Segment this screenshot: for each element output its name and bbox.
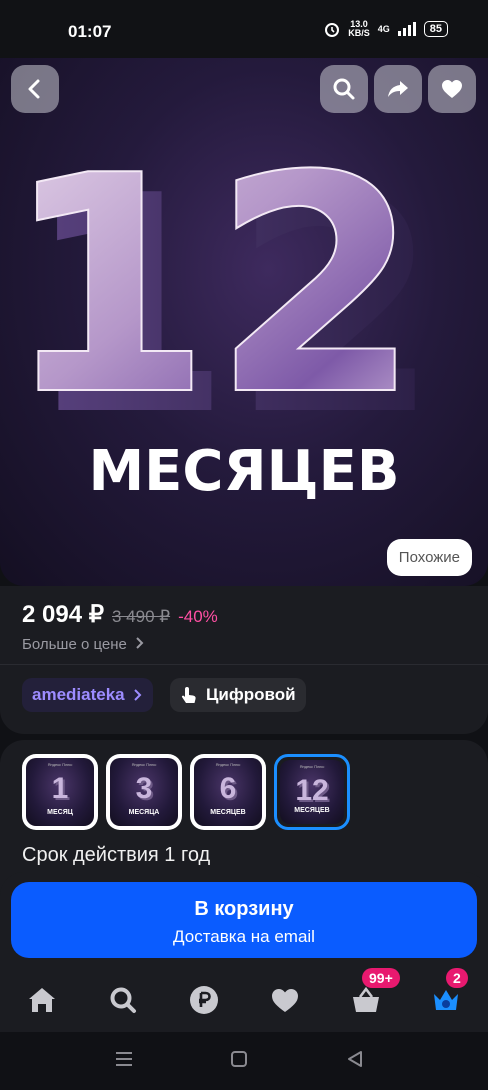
touch-icon: [181, 687, 196, 703]
back-icon: [28, 79, 40, 99]
status-time: 01:07: [68, 22, 112, 41]
basket-badge: 99+: [362, 968, 400, 988]
system-nav-bar: [0, 1032, 488, 1090]
chevron-right-icon: [133, 689, 142, 701]
brand-chip[interactable]: amediateka: [22, 678, 153, 712]
hero-caption: МЕСЯЦЕВ: [88, 439, 399, 504]
heart-icon: [442, 80, 462, 98]
current-price: 2 094 ₽: [22, 601, 104, 628]
variant-option-selected[interactable]: Яндекс Плюс 12 МЕСЯЦЕВ: [274, 754, 350, 830]
home-nav-icon[interactable]: [230, 1050, 248, 1068]
old-price: 3 490 ₽: [112, 607, 171, 626]
similar-button[interactable]: Похожие: [386, 539, 472, 576]
share-button[interactable]: [374, 65, 422, 113]
price-section: 2 094 ₽ 3 490 ₽ -40% Больше о цене amedi…: [0, 586, 488, 734]
profile-badge: 2: [446, 968, 468, 988]
validity-text: Срок действия 1 год: [22, 844, 211, 866]
favorite-button[interactable]: [428, 65, 476, 113]
battery-indicator: 85: [423, 21, 448, 37]
signal-icon: [397, 22, 416, 36]
tab-finance[interactable]: [184, 980, 224, 1020]
search-icon: [110, 987, 136, 1013]
add-to-cart-button[interactable]: В корзину Доставка на email: [11, 882, 477, 958]
status-bar: 01:07 13.0 KB/S 4G 85: [0, 0, 488, 58]
status-indicators: 13.0 KB/S 4G 85: [324, 20, 448, 38]
network-type: 4G: [377, 24, 390, 34]
product-image[interactable]: 12 12 МЕСЯЦЕВ Похожие: [0, 58, 488, 586]
alarm-icon: [325, 23, 340, 37]
discount-badge: -40%: [178, 607, 218, 626]
back-nav-icon[interactable]: [346, 1050, 364, 1068]
search-icon: [333, 78, 355, 100]
digital-chip[interactable]: Цифровой: [170, 678, 306, 712]
product-artwork: 12 12 МЕСЯЦЕВ: [2, 111, 440, 504]
price-row: 2 094 ₽ 3 490 ₽ -40%: [22, 600, 218, 629]
price-details-link[interactable]: Больше о цене: [22, 636, 145, 653]
network-speed: 13.0 KB/S: [348, 19, 370, 38]
menu-icon[interactable]: [114, 1050, 134, 1068]
divider: [0, 664, 488, 665]
tab-profile[interactable]: 2: [426, 968, 468, 1020]
profile-crown-icon: [434, 990, 458, 1010]
tab-search[interactable]: [103, 980, 143, 1020]
tab-favorites[interactable]: [265, 980, 305, 1020]
basket-icon: [353, 986, 379, 1012]
tab-home[interactable]: [22, 980, 62, 1020]
bottom-tab-bar: 99+ 2: [0, 962, 488, 1032]
share-icon: [388, 81, 408, 97]
heart-icon: [272, 989, 298, 1012]
hero-number: 12: [3, 112, 420, 461]
variant-option[interactable]: Яндекс Плюс 6 МЕСЯЦЕВ: [190, 754, 266, 830]
variant-option[interactable]: Яндекс Плюс 3 МЕСЯЦА: [106, 754, 182, 830]
chevron-right-icon: [136, 637, 144, 649]
add-to-cart-label: В корзину: [194, 898, 294, 920]
home-icon: [29, 988, 55, 1012]
variant-thumbnails: Яндекс Плюс 1 МЕСЯЦ Яндекс Плюс 3 МЕСЯЦА…: [22, 754, 350, 830]
tab-basket[interactable]: 99+: [346, 968, 400, 1020]
back-button[interactable]: [11, 65, 59, 113]
search-button[interactable]: [320, 65, 368, 113]
variant-option[interactable]: Яндекс Плюс 1 МЕСЯЦ: [22, 754, 98, 830]
delivery-label: Доставка на email: [173, 927, 315, 946]
ruble-icon: [190, 986, 218, 1014]
